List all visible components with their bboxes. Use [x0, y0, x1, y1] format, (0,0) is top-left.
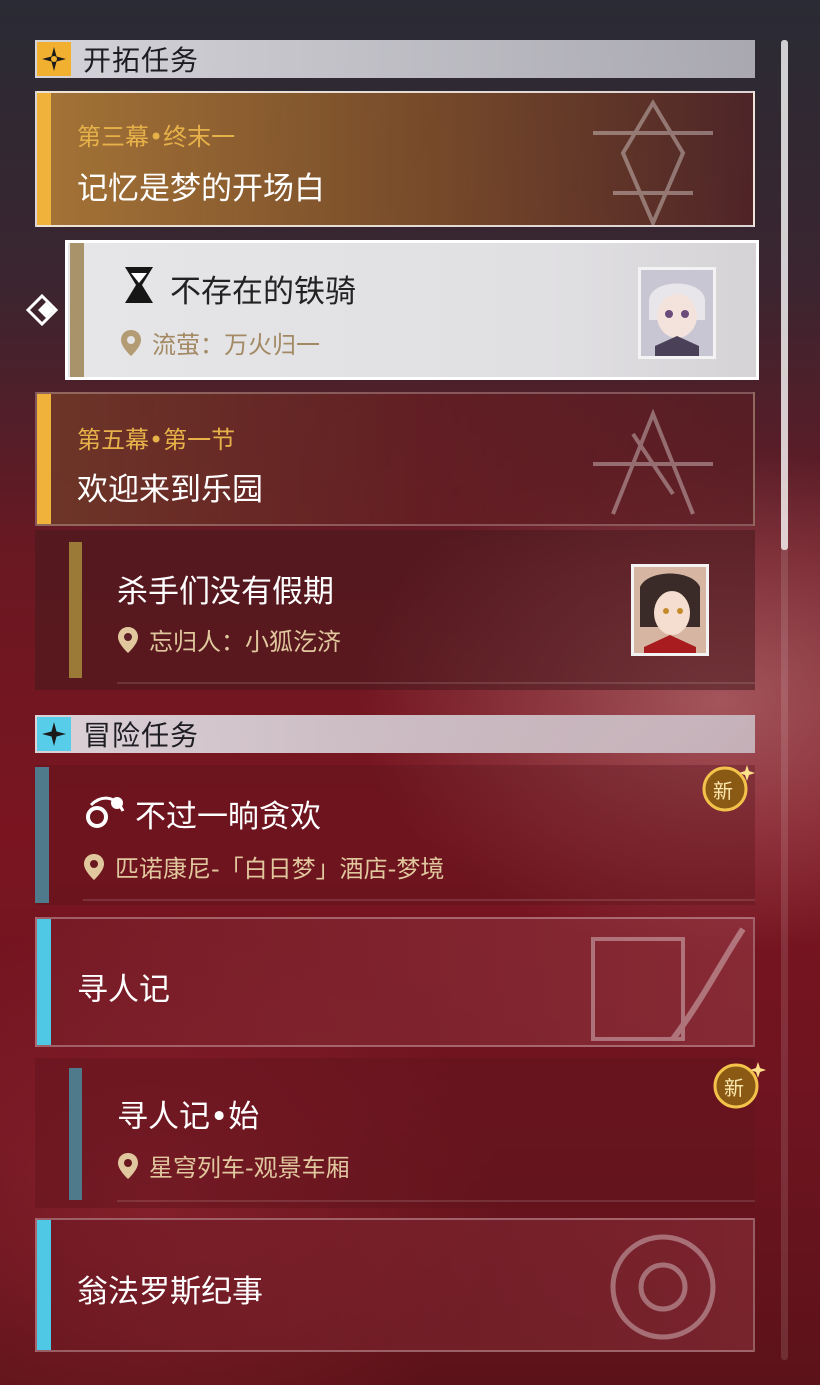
mission-location: 匹诺康尼-「白日梦」酒店-梦境 [83, 849, 444, 884]
new-badge: 新 [697, 763, 755, 813]
dragon-emblem-decoration [593, 408, 713, 515]
section-header-adventure: 冒险任务 [35, 715, 755, 753]
mission-card[interactable]: 第三幕•终末一 记忆是梦的开场白 [35, 91, 755, 227]
quill-emblem-decoration [591, 927, 746, 1041]
new-badge-text: 新 [713, 779, 733, 803]
location-pin-icon [84, 853, 104, 880]
row-divider [117, 1200, 755, 1202]
mission-location: 流萤：万火归一 [120, 325, 320, 360]
mission-location-text: 忘归人：小狐汔济 [149, 628, 341, 656]
character-portrait [631, 564, 709, 656]
mission-card[interactable]: 翁法罗斯纪事 [35, 1218, 755, 1352]
mission-color-bar [37, 93, 51, 225]
mission-card[interactable]: 寻人记 [35, 917, 755, 1047]
mission-location-text: 流萤：万火归一 [152, 331, 320, 359]
mission-name: 记忆是梦的开场白 [77, 171, 325, 207]
mission-card[interactable]: 寻人记•始 星穹列车-观景车厢 [35, 1058, 755, 1208]
mission-name: 寻人记•始 [117, 1099, 260, 1135]
section-title: 冒险任务 [83, 719, 200, 752]
mission-color-bar [37, 1220, 51, 1350]
location-pin-icon [121, 329, 141, 356]
hourglass-icon [125, 267, 153, 303]
scrollbar-thumb[interactable] [781, 40, 788, 550]
character-portrait [638, 267, 716, 359]
mission-location-text: 星穹列车-观景车厢 [149, 1154, 350, 1182]
mission-card[interactable]: 不过一晌贪欢 匹诺康尼-「白日梦」酒店-梦境 [35, 765, 755, 905]
adventure-star-icon [37, 717, 71, 751]
selected-indicator-icon [25, 293, 59, 327]
mission-color-bar [37, 919, 51, 1045]
location-pin-icon [118, 626, 138, 653]
mission-name: 欢迎来到乐园 [77, 472, 263, 508]
mission-name: 杀手们没有假期 [117, 574, 334, 610]
row-divider [83, 899, 755, 901]
mission-name: 不存在的铁骑 [170, 274, 356, 310]
section-title: 开拓任务 [83, 44, 200, 77]
new-badge-text: 新 [724, 1076, 744, 1100]
mission-chapter: 第五幕•第一节 [77, 426, 236, 454]
mission-location: 星穹列车-观景车厢 [117, 1148, 350, 1183]
mission-name: 翁法罗斯纪事 [77, 1274, 263, 1310]
section-header-trailblaze: 开拓任务 [35, 40, 755, 78]
trailblaze-star-icon [37, 42, 71, 76]
row-divider [117, 682, 755, 684]
mission-color-bar [70, 243, 84, 377]
emblem-decoration [593, 99, 713, 225]
mission-card[interactable]: 杀手们没有假期 忘归人：小狐汔济 [35, 530, 755, 690]
scrollbar[interactable] [781, 40, 788, 1360]
ring-emblem-decoration [610, 1234, 716, 1340]
mission-color-bar [69, 1068, 82, 1200]
orbit-icon [86, 796, 125, 828]
mission-location-text: 匹诺康尼-「白日梦」酒店-梦境 [115, 855, 445, 883]
mission-color-bar [69, 542, 82, 678]
mission-color-bar [35, 767, 49, 903]
mission-card-selected[interactable]: 不存在的铁骑 流萤：万火归一 [65, 240, 759, 380]
mission-name: 寻人记 [77, 972, 170, 1008]
new-badge: 新 [708, 1060, 766, 1110]
mission-location: 忘归人：小狐汔济 [117, 622, 341, 657]
mission-card[interactable]: 第五幕•第一节 欢迎来到乐园 [35, 392, 755, 526]
location-pin-icon [118, 1152, 138, 1179]
mission-name: 不过一晌贪欢 [135, 799, 321, 835]
mission-chapter: 第三幕•终末一 [77, 123, 236, 151]
mission-color-bar [37, 394, 51, 524]
